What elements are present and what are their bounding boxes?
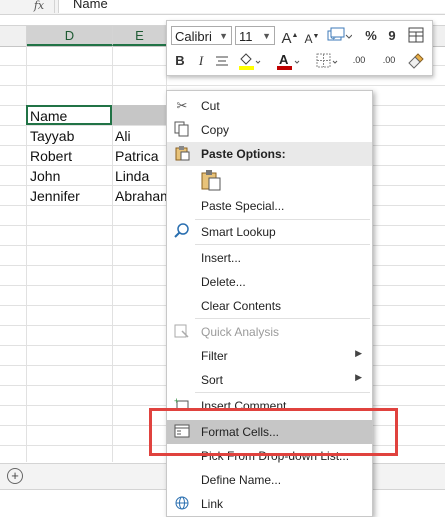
font-size-value: 11 bbox=[239, 29, 253, 44]
percent-style-button[interactable]: % bbox=[363, 27, 379, 45]
fill-bucket-icon bbox=[239, 53, 261, 70]
fill-color-button[interactable] bbox=[237, 51, 261, 70]
cell-e4[interactable]: Linda bbox=[115, 166, 149, 186]
clipboard-icon bbox=[173, 145, 191, 163]
menu-item-copy[interactable]: Copy bbox=[167, 118, 372, 142]
menu-item-insert-label: Insert... bbox=[201, 251, 242, 265]
menu-item-copy-label: Copy bbox=[201, 123, 230, 137]
paintbrush-icon bbox=[408, 53, 424, 69]
svg-text:A: A bbox=[279, 52, 289, 67]
copy-icon bbox=[173, 121, 191, 139]
decrease-font-size-button[interactable]: A▼ bbox=[303, 28, 321, 46]
chevron-right-icon: ▶ bbox=[355, 348, 362, 358]
menu-item-define-name[interactable]: Define Name... bbox=[167, 468, 372, 492]
font-size-select[interactable]: 11 ▼ bbox=[235, 26, 275, 45]
menu-item-link-label: Link bbox=[201, 497, 224, 511]
decrease-decimal-icon: .00 bbox=[382, 55, 396, 65]
increase-decimal-icon: .00 bbox=[352, 55, 366, 65]
menu-item-cut[interactable]: ✂ Cut bbox=[167, 94, 372, 118]
menu-separator bbox=[195, 244, 370, 245]
menu-item-define-name-label: Define Name... bbox=[201, 473, 282, 487]
cell-d1[interactable]: Name bbox=[30, 106, 67, 126]
selected-cell-e1[interactable] bbox=[112, 105, 166, 125]
menu-item-quick-analysis-label: Quick Analysis bbox=[201, 325, 280, 339]
increase-font-size-button[interactable]: A▲ bbox=[281, 27, 299, 47]
menu-item-filter[interactable]: Filter ▶ bbox=[167, 344, 372, 368]
paste-options-label: Paste Options: bbox=[201, 147, 286, 161]
fx-icon[interactable]: fx bbox=[24, 0, 55, 13]
mini-toolbar: Calibri ▼ 11 ▼ A▲ A▼ $ % 9 B I bbox=[166, 20, 433, 76]
menu-item-clear-contents-label: Clear Contents bbox=[201, 299, 282, 313]
menu-item-insert[interactable]: Insert... bbox=[167, 246, 372, 270]
bold-button[interactable]: B bbox=[173, 52, 187, 70]
font-color-button[interactable]: A bbox=[275, 51, 301, 70]
menu-item-link[interactable]: Link bbox=[167, 492, 372, 516]
quick-analysis-icon bbox=[173, 323, 191, 341]
link-icon bbox=[173, 495, 191, 513]
chevron-down-icon: ▼ bbox=[262, 31, 271, 41]
formula-input[interactable]: Name bbox=[58, 0, 445, 13]
cell-e5[interactable]: Abraham bbox=[115, 186, 166, 206]
table-format-icon bbox=[408, 27, 424, 43]
column-header-d[interactable]: D bbox=[27, 26, 113, 46]
annotation-highlight-box bbox=[149, 408, 398, 456]
cell-d4[interactable]: John bbox=[30, 166, 60, 186]
menu-item-sort[interactable]: Sort ▶ bbox=[167, 368, 372, 392]
comma-style-button[interactable]: 9 bbox=[384, 27, 400, 45]
accounting-icon: $ bbox=[327, 27, 353, 41]
cell-d3[interactable]: Robert bbox=[30, 146, 72, 166]
align-center-icon bbox=[216, 56, 228, 66]
column-header-e[interactable]: E bbox=[113, 26, 167, 46]
increase-decimal-button[interactable]: .00 bbox=[345, 51, 373, 69]
formula-value: Name bbox=[73, 0, 108, 11]
menu-item-clear-contents[interactable]: Clear Contents bbox=[167, 294, 372, 318]
font-name-select[interactable]: Calibri ▼ bbox=[171, 26, 232, 45]
italic-button[interactable]: I bbox=[194, 52, 208, 70]
cell-d2[interactable]: Tayyab bbox=[30, 126, 74, 146]
menu-item-paste-special[interactable]: Paste Special... bbox=[167, 194, 372, 218]
paste-button[interactable] bbox=[201, 169, 221, 191]
menu-item-delete-label: Delete... bbox=[201, 275, 246, 289]
decrease-decimal-button[interactable]: .00 bbox=[375, 51, 403, 69]
menu-separator bbox=[195, 392, 370, 393]
font-color-icon: A bbox=[277, 52, 300, 70]
format-painter-button[interactable] bbox=[405, 26, 427, 44]
menu-item-delete[interactable]: Delete... bbox=[167, 270, 372, 294]
chevron-right-icon: ▶ bbox=[355, 372, 362, 382]
format-painter-button-2[interactable] bbox=[405, 51, 427, 69]
menu-item-sort-label: Sort bbox=[201, 373, 224, 387]
paste-clipboard-icon bbox=[201, 170, 221, 191]
menu-item-cut-label: Cut bbox=[201, 99, 220, 113]
font-name-value: Calibri bbox=[175, 29, 212, 44]
grow-font-icon: A bbox=[281, 30, 292, 47]
menu-item-smart-lookup[interactable]: Smart Lookup bbox=[167, 220, 372, 244]
menu-item-paste-special-label: Paste Special... bbox=[201, 199, 285, 213]
menu-item-filter-label: Filter bbox=[201, 349, 228, 363]
align-center-button[interactable] bbox=[213, 52, 231, 70]
cell-e3[interactable]: Patrica bbox=[115, 146, 159, 166]
grid-line bbox=[0, 85, 445, 86]
formula-bar: fx Name bbox=[0, 0, 445, 15]
accounting-format-button[interactable]: $ bbox=[325, 26, 353, 44]
svg-text:+: + bbox=[174, 397, 179, 406]
cell-d5[interactable]: Jennifer bbox=[30, 186, 80, 206]
menu-item-quick-analysis: Quick Analysis bbox=[167, 320, 372, 344]
borders-icon bbox=[316, 53, 338, 68]
chevron-down-icon: ▼ bbox=[219, 31, 228, 41]
menu-separator bbox=[195, 318, 370, 319]
new-sheet-button[interactable]: + bbox=[7, 468, 23, 484]
column-header-prev[interactable] bbox=[0, 26, 27, 46]
search-icon bbox=[173, 223, 191, 241]
paste-options-header: Paste Options: bbox=[167, 142, 372, 166]
menu-item-smart-lookup-label: Smart Lookup bbox=[201, 225, 276, 239]
borders-button[interactable] bbox=[315, 51, 339, 69]
scissors-icon: ✂ bbox=[176, 98, 188, 113]
shrink-font-icon: A bbox=[304, 32, 313, 46]
cell-e2[interactable]: Ali bbox=[115, 126, 131, 146]
